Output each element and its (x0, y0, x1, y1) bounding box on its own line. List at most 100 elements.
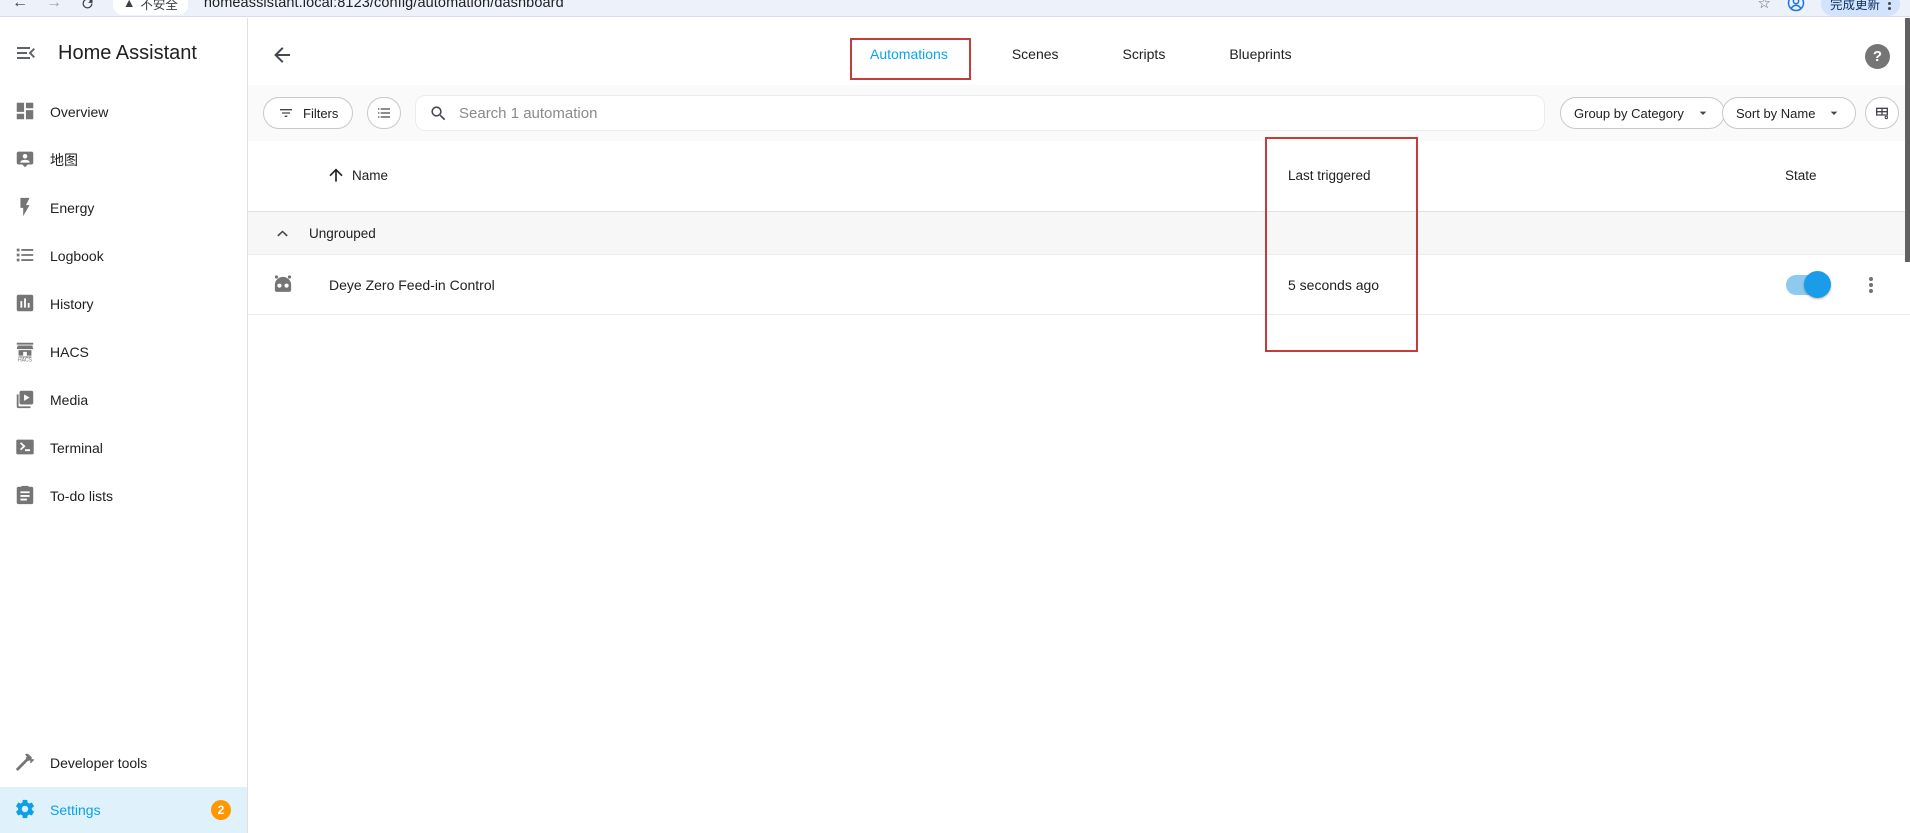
sidebar-item-terminal[interactable]: Terminal (0, 424, 247, 472)
filters-label: Filters (303, 106, 338, 121)
sidebar-item-label: Settings (50, 802, 101, 818)
browser-refresh-icon[interactable] (80, 0, 95, 11)
search-icon (429, 104, 448, 123)
selection-mode-button[interactable] (367, 97, 401, 129)
warning-icon: ▲ (123, 0, 135, 10)
group-by-button[interactable]: Group by Category (1560, 97, 1725, 129)
sidebar-item-settings[interactable]: Settings 2 (0, 787, 247, 833)
chevron-down-icon (1826, 105, 1842, 121)
console-icon (14, 436, 36, 461)
tab-label: Scripts (1123, 46, 1166, 62)
sidebar-item-label: Logbook (50, 248, 104, 264)
settings-badge: 2 (211, 800, 231, 820)
sidebar-item-label: History (50, 296, 94, 312)
search-input[interactable] (459, 105, 1531, 122)
group-by-label: Group by Category (1574, 106, 1684, 121)
tab-label: Blueprints (1229, 46, 1291, 62)
browser-menu-icon[interactable] (1888, 0, 1891, 10)
column-header-state: State (1785, 168, 1817, 183)
tab-label: Scenes (1012, 46, 1059, 62)
tab-blueprints[interactable]: Blueprints (1197, 28, 1323, 80)
sidebar-nav: Overview 地图 Energy Logbook History (0, 88, 247, 520)
sidebar-item-label: Overview (50, 104, 108, 120)
browser-toolbar: ← → ▲ 不安全 homeassistant.local:8123/confi… (0, 0, 1910, 17)
sidebar-item-label: 地图 (50, 150, 78, 170)
table-header-row: Name Last triggered State (248, 141, 1910, 212)
help-icon[interactable]: ? (1865, 44, 1890, 69)
chart-box-icon (14, 292, 36, 317)
group-row-ungrouped[interactable]: Ungrouped (248, 212, 1910, 255)
sort-by-button[interactable]: Sort by Name (1722, 97, 1856, 129)
table-gear-icon (1874, 105, 1890, 121)
column-header-name[interactable]: Name (352, 168, 388, 183)
top-app-bar: Automations Scenes Scripts Blueprints ? (248, 18, 1910, 85)
chevron-up-icon (272, 223, 293, 244)
back-button[interactable] (270, 43, 294, 67)
browser-profile-icon[interactable] (1787, 0, 1805, 12)
browser-forward-icon[interactable]: → (46, 0, 62, 11)
lightning-icon (14, 196, 36, 221)
tab-bar: Automations Scenes Scripts Blueprints (838, 18, 1324, 80)
automation-name: Deye Zero Feed-in Control (329, 277, 495, 293)
automation-row[interactable]: Deye Zero Feed-in Control 5 seconds ago (248, 255, 1910, 315)
tab-label: Automations (870, 46, 948, 62)
app-title: Home Assistant (58, 42, 197, 65)
sidebar-item-energy[interactable]: Energy (0, 184, 247, 232)
sidebar-item-hacs[interactable]: HACS HACS (0, 328, 247, 376)
sidebar-item-todo[interactable]: To-do lists (0, 472, 247, 520)
column-header-last-triggered[interactable]: Last triggered (1288, 168, 1371, 183)
browser-back-icon[interactable]: ← (12, 0, 28, 11)
row-overflow-menu-icon[interactable] (1859, 273, 1883, 297)
sort-by-label: Sort by Name (1736, 106, 1815, 121)
chevron-down-icon (1695, 105, 1711, 121)
update-label: 完成更新 (1830, 0, 1880, 13)
filter-icon (278, 105, 294, 121)
toggle-knob (1804, 271, 1831, 298)
automation-state-toggle[interactable] (1786, 275, 1828, 295)
sidebar-bottom: Developer tools Settings 2 (0, 739, 247, 833)
dashboard-icon (14, 100, 36, 125)
sidebar-item-overview[interactable]: Overview (0, 88, 247, 136)
bookmark-star-icon[interactable]: ☆ (1758, 0, 1771, 12)
map-person-icon (14, 148, 36, 173)
security-label: 不安全 (140, 0, 178, 13)
browser-update-button[interactable]: 完成更新 (1821, 0, 1900, 16)
sidebar-item-developer-tools[interactable]: Developer tools (0, 739, 247, 787)
tab-automations[interactable]: Automations (838, 28, 980, 80)
toolbar: Filters Group by Category Sort by Name (248, 85, 1910, 141)
sidebar-item-media[interactable]: Media (0, 376, 247, 424)
sidebar: Home Assistant Overview 地图 Energy Logbo (0, 18, 248, 833)
address-bar-url[interactable]: homeassistant.local:8123/config/automati… (204, 0, 564, 11)
gear-icon (14, 798, 36, 823)
sidebar-item-map[interactable]: 地图 (0, 136, 247, 184)
filters-button[interactable]: Filters (263, 97, 353, 129)
sidebar-toggle-icon[interactable] (14, 41, 38, 65)
main-content: Automations Scenes Scripts Blueprints ? … (248, 18, 1910, 833)
list-icon (14, 244, 36, 269)
sidebar-item-label: Terminal (50, 440, 103, 456)
storefront-icon: HACS (14, 340, 36, 365)
sidebar-item-history[interactable]: History (0, 280, 247, 328)
sidebar-item-label: Developer tools (50, 755, 147, 771)
table-settings-button[interactable] (1865, 97, 1899, 129)
clipboard-icon (14, 484, 36, 509)
robot-icon (270, 272, 296, 298)
scrollbar-thumb[interactable] (1905, 18, 1910, 262)
group-label: Ungrouped (309, 226, 376, 241)
sidebar-item-label: HACS (50, 344, 89, 360)
hammer-icon (14, 751, 36, 776)
sidebar-item-label: Media (50, 392, 88, 408)
search-bar (415, 95, 1545, 131)
help-glyph: ? (1873, 48, 1882, 65)
site-security-chip[interactable]: ▲ 不安全 (113, 0, 188, 15)
tab-scenes[interactable]: Scenes (980, 28, 1091, 80)
sidebar-item-label: To-do lists (50, 488, 113, 504)
checklist-icon (376, 105, 392, 121)
sidebar-item-label: Energy (50, 200, 94, 216)
sidebar-item-logbook[interactable]: Logbook (0, 232, 247, 280)
tab-scripts[interactable]: Scripts (1091, 28, 1198, 80)
home-assistant-automations-screen: ← → ▲ 不安全 homeassistant.local:8123/confi… (0, 0, 1910, 833)
sort-ascending-icon[interactable] (326, 165, 346, 185)
automation-last-triggered: 5 seconds ago (1288, 277, 1379, 293)
play-box-icon (14, 388, 36, 413)
